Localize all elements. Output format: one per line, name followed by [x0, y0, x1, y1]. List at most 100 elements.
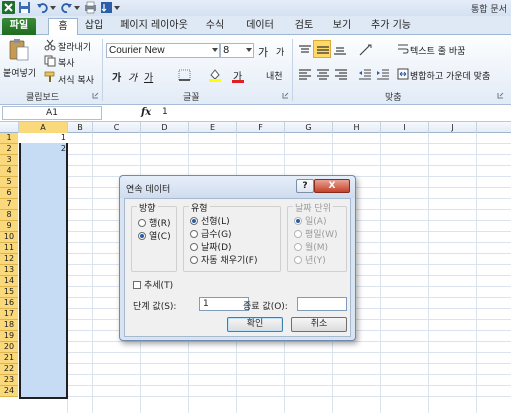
column-header[interactable]: D: [141, 122, 189, 133]
formula-input[interactable]: 1: [162, 107, 168, 117]
shrink-font-button[interactable]: 가: [276, 45, 284, 58]
align-right-icon[interactable]: [334, 68, 348, 80]
column-header[interactable]: C: [93, 122, 141, 133]
row-header[interactable]: 5: [0, 177, 18, 188]
row-header[interactable]: 2: [0, 144, 18, 155]
row-header[interactable]: 22: [0, 364, 18, 375]
trend-checkbox[interactable]: 추세(T): [133, 281, 173, 292]
row-header[interactable]: 8: [0, 210, 18, 221]
format-painter-icon[interactable]: [44, 71, 56, 83]
row-header[interactable]: 13: [0, 265, 18, 276]
tab-formulas[interactable]: 수식: [200, 18, 230, 35]
row-header[interactable]: 18: [0, 320, 18, 331]
tab-home[interactable]: 홈: [48, 18, 78, 36]
fill-color-icon[interactable]: [208, 68, 222, 82]
italic-button[interactable]: 가: [128, 69, 137, 84]
tab-page-layout[interactable]: 페이지 레이아웃: [116, 18, 192, 35]
align-bottom-icon[interactable]: [333, 44, 347, 56]
wrap-text-button[interactable]: 텍스트 줄 바꿈: [410, 44, 465, 57]
tab-view[interactable]: 보기: [328, 18, 356, 35]
paste-button[interactable]: 붙여넣기: [3, 66, 36, 79]
row-header[interactable]: 3: [0, 155, 18, 166]
row-header[interactable]: 19: [0, 331, 18, 342]
merge-center-icon[interactable]: [397, 68, 409, 80]
decrease-indent-icon[interactable]: [358, 68, 372, 80]
merge-center-button[interactable]: 병합하고 가운데 맞춤: [410, 69, 490, 82]
row-header[interactable]: 7: [0, 199, 18, 210]
row-header[interactable]: 21: [0, 353, 18, 364]
row-header[interactable]: 16: [0, 298, 18, 309]
align-left-icon[interactable]: [298, 68, 312, 80]
bold-button[interactable]: 가: [112, 69, 121, 84]
cancel-button[interactable]: 취소: [291, 317, 347, 332]
underline-button[interactable]: 가: [144, 69, 153, 84]
column-header[interactable]: A: [19, 122, 68, 133]
column-header[interactable]: J: [429, 122, 477, 133]
copy-icon[interactable]: [44, 55, 56, 67]
orientation-icon[interactable]: [358, 43, 374, 57]
ok-button[interactable]: 확인: [227, 317, 283, 332]
row-header[interactable]: 6: [0, 188, 18, 199]
row-header[interactable]: 17: [0, 309, 18, 320]
phonetic-button[interactable]: 내천: [266, 69, 283, 82]
increase-indent-icon[interactable]: [376, 68, 390, 80]
row-header[interactable]: 4: [0, 166, 18, 177]
row-header[interactable]: 14: [0, 276, 18, 287]
column-header[interactable]: I: [381, 122, 429, 133]
tab-file[interactable]: 파일: [2, 18, 36, 35]
close-button[interactable]: X: [314, 179, 350, 193]
quick-print-icon[interactable]: [84, 1, 97, 14]
row-header[interactable]: 12: [0, 254, 18, 265]
tab-data[interactable]: 데이터: [240, 18, 280, 35]
column-header[interactable]: H: [333, 122, 381, 133]
font-name-combo[interactable]: Courier New: [106, 43, 220, 58]
selected-range[interactable]: [19, 133, 68, 399]
select-all-corner[interactable]: [0, 122, 19, 133]
align-top-icon[interactable]: [298, 44, 312, 56]
tab-insert[interactable]: 삽입: [80, 18, 108, 35]
align-middle-button[interactable]: [313, 40, 331, 58]
clipboard-dialog-launcher-icon[interactable]: [92, 92, 99, 99]
step-value-input[interactable]: 1: [199, 297, 249, 311]
sort-icon[interactable]: [100, 1, 113, 14]
row-header[interactable]: 23: [0, 375, 18, 386]
format-painter-button[interactable]: 서식 복사: [58, 73, 94, 86]
undo-dropdown-icon[interactable]: [50, 1, 56, 14]
borders-icon[interactable]: [178, 69, 192, 81]
column-header[interactable]: F: [237, 122, 285, 133]
font-size-combo[interactable]: 8: [220, 43, 254, 58]
tab-add-ins[interactable]: 추가 기능: [366, 18, 416, 35]
undo-icon[interactable]: [36, 1, 49, 14]
align-center-icon[interactable]: [316, 68, 330, 80]
dialog-title-bar[interactable]: 연속 데이터 ? X: [120, 176, 355, 198]
column-header[interactable]: E: [189, 122, 237, 133]
cell-a1[interactable]: 1: [19, 133, 66, 143]
redo-dropdown-icon[interactable]: [74, 1, 80, 14]
paste-icon[interactable]: [8, 38, 30, 62]
save-icon[interactable]: [18, 1, 31, 14]
name-box[interactable]: A1: [2, 106, 102, 120]
row-header[interactable]: 24: [0, 386, 18, 397]
stop-value-input[interactable]: [297, 297, 347, 311]
tab-review[interactable]: 검토: [290, 18, 318, 35]
alignment-dialog-launcher-icon[interactable]: [497, 92, 504, 99]
column-header[interactable]: G: [285, 122, 333, 133]
row-header[interactable]: 11: [0, 243, 18, 254]
row-header[interactable]: 9: [0, 221, 18, 232]
type-autofill-radio[interactable]: 자동 채우기(F): [190, 256, 257, 267]
cell-a2[interactable]: 2: [19, 144, 66, 154]
wrap-text-icon[interactable]: [397, 43, 409, 55]
row-header[interactable]: 20: [0, 342, 18, 353]
help-button[interactable]: ?: [296, 179, 314, 193]
row-header[interactable]: 15: [0, 287, 18, 298]
type-growth-radio[interactable]: 급수(G): [190, 230, 232, 241]
type-linear-radio[interactable]: 선형(L): [190, 217, 230, 228]
insert-function-button[interactable]: fx: [141, 107, 151, 118]
copy-button[interactable]: 복사: [58, 56, 75, 69]
row-header[interactable]: 1: [0, 133, 18, 144]
direction-columns-radio[interactable]: 열(C): [138, 232, 171, 243]
cut-button[interactable]: 잘라내기: [58, 40, 91, 53]
column-header[interactable]: B: [68, 122, 93, 133]
cut-icon[interactable]: [44, 39, 56, 51]
row-header[interactable]: 10: [0, 232, 18, 243]
